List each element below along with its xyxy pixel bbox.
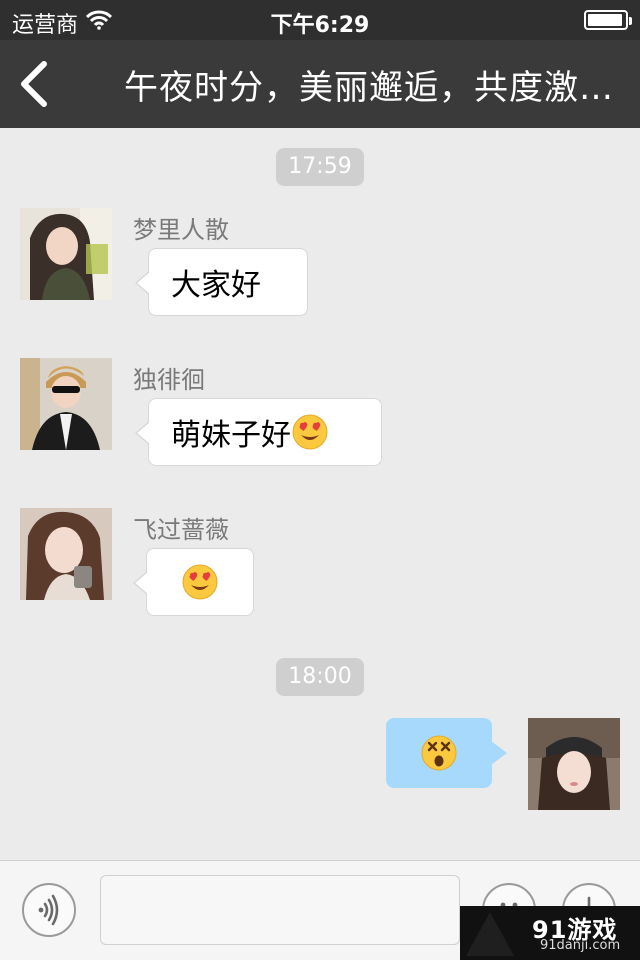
my-avatar[interactable]: [528, 718, 620, 810]
watermark-logo-icon: [466, 912, 514, 956]
message-bubble[interactable]: [133, 548, 254, 616]
message-text: 萌妹子好: [171, 418, 291, 453]
page-title: 午夜时分，美丽邂逅，共度激…: [124, 68, 614, 108]
sender-name: 梦里人散: [133, 216, 229, 244]
sender-name: 独徘徊: [133, 366, 205, 394]
timestamp-divider: 17:59: [0, 148, 640, 186]
message-bubble[interactable]: 大家好: [135, 248, 308, 316]
back-button[interactable]: [14, 58, 58, 110]
status-bar: 运营商 下午6:29: [0, 0, 640, 40]
watermark-site: 91danji.com: [540, 938, 621, 953]
outgoing-message-bubble[interactable]: [386, 718, 507, 788]
voice-button[interactable]: [22, 883, 76, 937]
message-input[interactable]: [100, 875, 460, 945]
timestamp-divider: 18:00: [0, 658, 640, 696]
voice-icon: [38, 894, 59, 926]
sender-name: 飞过蔷薇: [133, 516, 229, 544]
chevron-left-icon: [21, 61, 47, 107]
avatar[interactable]: [20, 358, 112, 450]
message-bubble[interactable]: 萌妹子好: [135, 398, 382, 466]
timestamp-label: 18:00: [276, 658, 364, 696]
watermark: 91游戏 91danji.com: [460, 906, 640, 960]
battery-fill: [588, 14, 623, 26]
timestamp-label: 17:59: [276, 148, 364, 186]
dizzy-face-emoji-icon: [420, 734, 458, 772]
nav-bar: 午夜时分，美丽邂逅，共度激…: [0, 40, 640, 128]
heart-eyes-emoji-icon: [291, 413, 329, 451]
status-time: 下午6:29: [270, 13, 370, 38]
heart-eyes-emoji-icon: [181, 563, 219, 601]
message-text: 大家好: [171, 268, 261, 303]
battery-icon: [584, 10, 632, 30]
chat-area[interactable]: 17:59 梦里人散 大家好 独徘徊 萌妹子好 飞过蔷薇 18:00: [0, 128, 640, 860]
avatar[interactable]: [20, 208, 112, 300]
avatar[interactable]: [20, 508, 112, 600]
